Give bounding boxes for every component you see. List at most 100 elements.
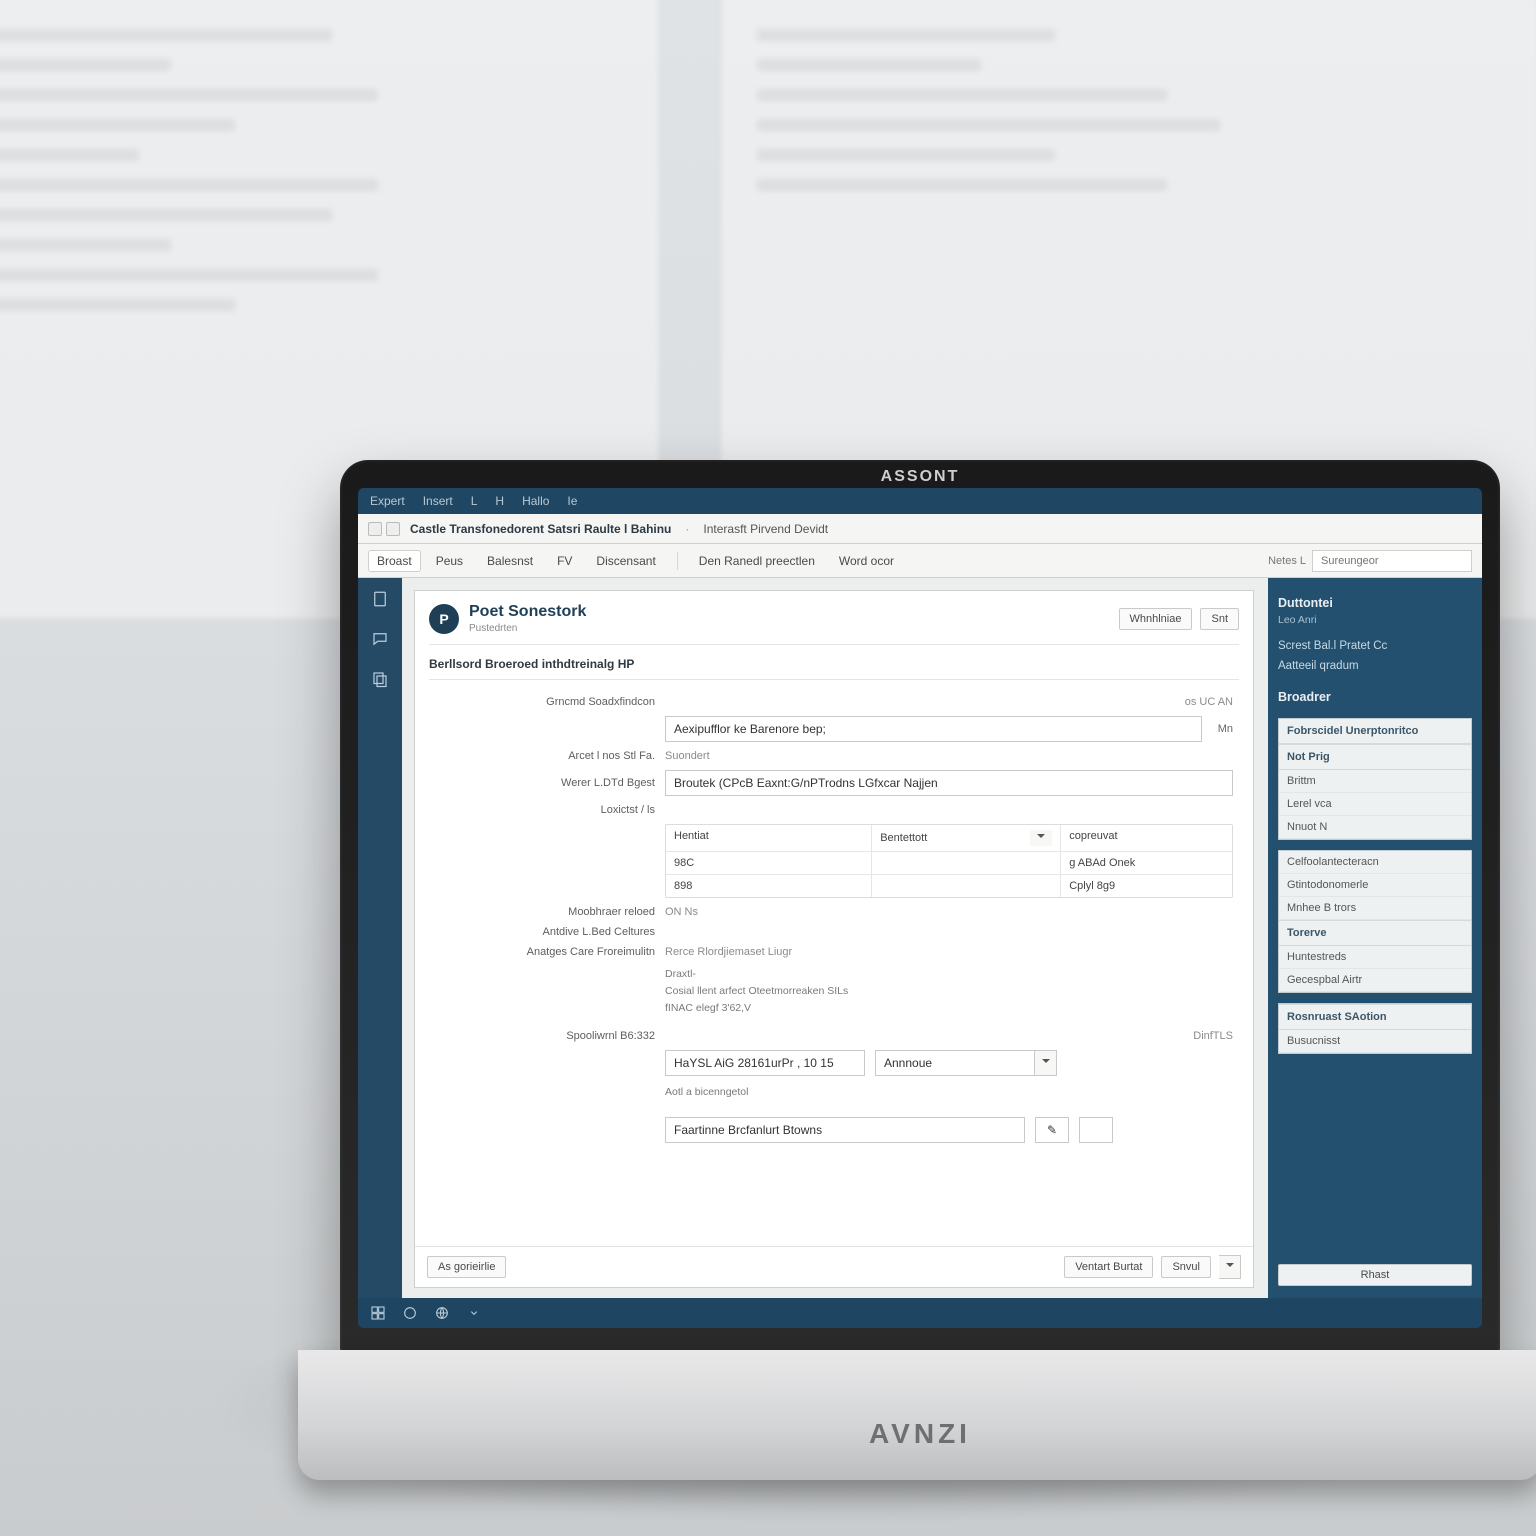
allocation-grid: Hentiat Bentettott copreuvat 98C g <box>665 824 1233 898</box>
grid-r2c3: g ABAd Onek <box>1060 852 1232 874</box>
grid-r1c3: copreuvat <box>1060 825 1232 851</box>
label-f4: Werer L.DTd Bgest <box>435 777 655 789</box>
menu-h[interactable]: H <box>495 494 504 508</box>
input-f4[interactable]: Broutek (CPcB Eaxnt:G/nPTrodns LGfxcar N… <box>665 770 1233 796</box>
signature-edit-icon[interactable]: ✎ <box>1035 1117 1069 1143</box>
signature-aux[interactable] <box>1079 1117 1113 1143</box>
panel1-header: Not Prig <box>1279 744 1471 770</box>
window-title-secondary: Interasft Pirvend Devidt <box>703 522 828 536</box>
signature-field[interactable]: Faartinne Brcfanlurt Btowns <box>665 1117 1025 1143</box>
footer-right-button[interactable]: Snvul <box>1161 1256 1211 1278</box>
header-action-1[interactable]: Whnhlniae <box>1119 608 1193 630</box>
toolbar-search-label: Netes L <box>1268 555 1306 567</box>
toolbar-item-fv[interactable]: FV <box>548 550 581 572</box>
panel1-item-1[interactable]: Lerel vca <box>1279 793 1471 816</box>
side-link-1[interactable]: Screst Bal.l Pratet Cc <box>1278 640 1472 652</box>
laptop-frame: ASSONT Expert Insert L H Hallo Ie Castle… <box>340 460 1500 1360</box>
label-f9: Spooliwrnl B6:332 <box>435 1030 655 1042</box>
rail-chat-icon[interactable] <box>369 628 391 650</box>
panel1-item-2[interactable]: Nnuot N <box>1279 816 1471 839</box>
header-action-2[interactable]: Snt <box>1200 608 1239 630</box>
taskbar-start-icon[interactable] <box>370 1305 386 1321</box>
toolbar-item-discensant[interactable]: Discensant <box>587 550 664 572</box>
side-sub: Leo Anri <box>1278 614 1472 626</box>
input-f9[interactable]: HaYSL AiG 28161urPr , 10 15 <box>665 1050 865 1076</box>
dropdown-f9[interactable]: Annnoue <box>875 1050 1035 1076</box>
panel2-header: Torerve <box>1279 920 1471 946</box>
rail-copy-icon[interactable] <box>369 668 391 690</box>
side-footer-button[interactable]: Rhast <box>1278 1264 1472 1286</box>
side-panel-2: Celfoolantecteracn Gtintodonomerle Mnhee… <box>1278 850 1472 993</box>
taskbar-chevron-icon[interactable] <box>466 1305 482 1321</box>
taskbar-circle-icon[interactable] <box>402 1305 418 1321</box>
window-title-primary: Castle Transfonedorent Satsri Raulte l B… <box>410 522 671 536</box>
note-2: Cosial llent arfect Oteetmorreaken SILs <box>665 983 1233 1000</box>
section-title: Berllsord Broeroed inthdtreinalg HP <box>415 649 1253 675</box>
side-panel-3: Rosnruast SAotion Busucnisst <box>1278 1003 1472 1054</box>
menu-bar: Expert Insert L H Hallo Ie <box>358 488 1482 514</box>
panel2-top-1[interactable]: Gtintodonomerle <box>1279 874 1471 897</box>
footer-left-button[interactable]: As gorieirlie <box>427 1256 506 1278</box>
input-f2-value: Aexipufflor ke Barenore bep; <box>674 722 826 736</box>
side-panel-1: Fobrscidel Unerptonritco Not Prig Brittm… <box>1278 718 1472 840</box>
label-f8: Anatges Care Froreimulitn <box>435 946 655 958</box>
toolbar-item-denranedl[interactable]: Den Ranedl preectlen <box>690 550 824 572</box>
page-title: Poet Sonestork <box>469 603 586 621</box>
sublabel-f3: Suondert <box>665 750 710 762</box>
value-f6: ON Ns <box>665 906 698 918</box>
menu-expert[interactable]: Expert <box>370 494 405 508</box>
toolbar: Broast Peus Balesnst FV Discensant Den R… <box>358 544 1482 578</box>
left-rail <box>358 578 402 1298</box>
menu-insert[interactable]: Insert <box>423 494 453 508</box>
dropdown-f9-icon[interactable] <box>1035 1050 1057 1076</box>
input-f4-value: Broutek (CPcB Eaxnt:G/nPTrodns LGfxcar N… <box>674 776 938 790</box>
grid-r2c2[interactable] <box>871 852 1060 874</box>
panel1-item-0[interactable]: Brittm <box>1279 770 1471 793</box>
panel3-header: Rosnruast SAotion <box>1279 1004 1471 1030</box>
grid-r1c2: Bentettott <box>880 832 927 844</box>
taskbar <box>358 1298 1482 1328</box>
panel2-item-1[interactable]: Gecespbal Airtr <box>1279 969 1471 992</box>
rail-document-icon[interactable] <box>369 588 391 610</box>
toolbar-item-wordocor[interactable]: Word ocor <box>830 550 903 572</box>
toolbar-item-balesnst[interactable]: Balesnst <box>478 550 542 572</box>
grid-r3c2[interactable] <box>871 875 1060 897</box>
side-section2: Broadrer <box>1278 690 1472 704</box>
dropdown-f9-value: Annnoue <box>884 1056 932 1070</box>
menu-hallo[interactable]: Hallo <box>522 494 549 508</box>
aside-f9: DinfTLS <box>1193 1030 1233 1042</box>
label-f5: Loxictst / ls <box>435 804 655 816</box>
grid-r1-dropdown[interactable] <box>1030 830 1052 846</box>
document-panel: P Poet Sonestork Pustedrten Whnhlniae Sn… <box>414 590 1254 1288</box>
properties-pane: Duttontei Leo Anri Screst Bal.l Pratet C… <box>1268 578 1482 1298</box>
grid-r3c1[interactable]: 898 <box>666 875 871 897</box>
window-back-button[interactable] <box>368 522 382 536</box>
panel3-item-0[interactable]: Busucnisst <box>1279 1030 1471 1053</box>
toolbar-item-broast[interactable]: Broast <box>368 550 421 572</box>
screen: Expert Insert L H Hallo Ie Castle Transf… <box>358 488 1482 1328</box>
footer-mid-button[interactable]: Ventart Burtat <box>1064 1256 1153 1278</box>
footer-right-dropdown[interactable] <box>1219 1255 1241 1279</box>
side-link-2[interactable]: Aatteeil qradum <box>1278 660 1472 672</box>
menu-ie[interactable]: Ie <box>567 494 577 508</box>
menu-l[interactable]: L <box>471 494 478 508</box>
grid-r1c1[interactable]: Hentiat <box>666 825 871 851</box>
input-f9-value: HaYSL AiG 28161urPr , 10 15 <box>674 1056 834 1070</box>
taskbar-globe-icon[interactable] <box>434 1305 450 1321</box>
grid-r2c1[interactable]: 98C <box>666 852 871 874</box>
laptop-brand-top: ASSONT <box>881 468 960 486</box>
note-1: Draxtl- <box>665 966 1233 983</box>
label-f7: Antdive L.Bed Celtures <box>435 926 655 938</box>
window-forward-button[interactable] <box>386 522 400 536</box>
toolbar-item-peus[interactable]: Peus <box>427 550 472 572</box>
value-f8: Rerce Rlordjiemaset Liugr <box>665 946 792 958</box>
panel2-item-0[interactable]: Huntestreds <box>1279 946 1471 969</box>
panel1-title: Fobrscidel Unerptonritco <box>1279 719 1471 744</box>
grid-r3c3: Cplyl 8g9 <box>1060 875 1232 897</box>
note-4: Aotl a bicenngetol <box>665 1084 1233 1101</box>
toolbar-search-input[interactable] <box>1312 550 1472 572</box>
label-f1: Grncmd Soadxfindcon <box>435 696 655 708</box>
panel2-top-0[interactable]: Celfoolantecteracn <box>1279 851 1471 874</box>
unit-f2: Mn <box>1212 723 1233 735</box>
input-f2[interactable]: Aexipufflor ke Barenore bep; <box>665 716 1202 742</box>
